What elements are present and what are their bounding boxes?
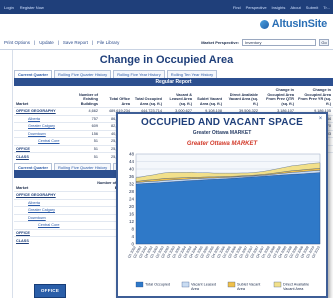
y-tick-label: 20 — [129, 204, 135, 209]
toolbar-links: Print Options | Update | Save Report | F… — [0, 40, 119, 45]
toolbar-separator: | — [34, 40, 36, 45]
nav-insights[interactable]: Insights — [272, 5, 286, 10]
print-options-link[interactable]: Print Options — [4, 40, 30, 45]
brand-mark-icon — [259, 19, 269, 29]
legend-label: Direct Available Vacant Area — [283, 283, 309, 291]
office-logo-text: OFFICE — [40, 288, 60, 293]
table-cell: 51 — [72, 144, 100, 153]
nav-submit[interactable]: Submit — [306, 5, 318, 10]
chart-title: OCCUPIED AND VACANT SPACE — [140, 117, 304, 128]
table-cell: 4,662 — [72, 107, 100, 115]
column-header[interactable]: Vacant & Leased Area (sq. ft.) — [164, 87, 194, 108]
table-header-row: Market Number of Existing Buildings Tota… — [14, 87, 333, 108]
market-name-link[interactable]: Downtown — [14, 213, 92, 222]
file-library-link[interactable]: File Library — [97, 40, 119, 45]
market-name-link[interactable]: Central Core — [14, 137, 72, 145]
market-name-link[interactable]: CLASS — [14, 152, 72, 160]
nav-perspective[interactable]: Perspective — [246, 5, 267, 10]
legend-swatch — [135, 281, 144, 288]
market-name-link[interactable]: OFFICE GEOGRAPHY — [14, 191, 92, 199]
y-tick-label: 48 — [129, 152, 135, 157]
y-tick-label: 44 — [129, 159, 135, 164]
office-logo-tile: OFFICE — [34, 284, 66, 298]
y-tick-label: 8 — [131, 227, 134, 232]
nav-about[interactable]: About — [290, 5, 300, 10]
y-tick-label: 40 — [129, 167, 135, 172]
chart-market-label: Greater Ottawa MARKET — [186, 141, 258, 147]
perspective-go-button[interactable]: Go — [319, 39, 329, 46]
legend-swatch — [227, 281, 236, 288]
legend-label: Vacant Leased Area — [191, 283, 216, 291]
table-cell: 156 — [72, 129, 100, 138]
top-nav-bar: Login Register Now Find Perspective Insi… — [0, 0, 333, 14]
table-cell: 51 — [72, 152, 100, 160]
market-name-link[interactable]: CLASS — [14, 236, 92, 244]
legend-swatch — [273, 281, 282, 288]
y-tick-label: 16 — [129, 212, 135, 217]
page-title: Change in Occupied Area — [99, 54, 234, 66]
area-chart: 04812162024283236404448Q1 2002Q2 2002Q3 … — [127, 152, 321, 291]
market-name-link[interactable]: Greater Calgary — [14, 206, 92, 214]
save-report-link[interactable]: Save Report — [63, 40, 88, 45]
column-header[interactable]: Change in Occupied Area From Prev QTR (s… — [260, 87, 296, 108]
nav-more[interactable]: Tr... — [323, 5, 330, 10]
y-tick-label: 12 — [129, 219, 135, 224]
table-cell: 757 — [72, 114, 100, 123]
column-header[interactable]: Total Office Area — [100, 87, 132, 108]
chart-subtitle: Greater Ottawa MARKET — [192, 130, 252, 136]
market-name-link[interactable]: Alberta — [14, 198, 92, 207]
market-name-link[interactable]: OFFICE GEOGRAPHY — [14, 107, 72, 115]
y-tick-label: 28 — [129, 189, 135, 194]
market-name-link[interactable]: OFFICE — [14, 228, 92, 237]
chart-popup[interactable]: × OCCUPIED AND VACANT SPACE Greater Otta… — [116, 112, 328, 298]
column-header[interactable]: Direct Available Vacant Area (sq. ft.) — [224, 87, 260, 108]
update-link[interactable]: Update — [39, 40, 54, 45]
left-sidebar — [0, 50, 13, 298]
market-perspective: Market Perspective: Inventory Go — [201, 39, 329, 46]
column-header[interactable]: Number of Existing Buildings — [72, 87, 100, 108]
report-toolbar: Print Options | Update | Save Report | F… — [0, 36, 333, 50]
y-tick-label: 36 — [129, 174, 135, 179]
column-header[interactable]: Sublet Vacant Area (sq. ft.) — [194, 87, 224, 108]
column-header[interactable]: Market — [14, 87, 72, 108]
column-header[interactable]: Change in Occupied Area From Prev YR (sq… — [296, 87, 333, 108]
table-cell: 51 — [72, 137, 100, 145]
brand-name: AltusInSite — [271, 18, 327, 30]
top-nav-left: Login Register Now — [0, 5, 44, 10]
toolbar-separator: | — [91, 40, 94, 45]
market-name-link[interactable]: Greater Calgary — [14, 122, 72, 130]
column-header[interactable]: Total Occupied Area (sq. ft.) — [132, 87, 164, 108]
y-tick-label: 4 — [131, 234, 134, 239]
y-tick-label: 32 — [129, 182, 135, 187]
y-tick-label: 24 — [129, 197, 135, 202]
brand-row: AltusInSite — [0, 14, 333, 36]
market-name-link[interactable]: Central Core — [14, 221, 92, 229]
top-nav-right: Find Perspective Insights About Submit T… — [233, 5, 333, 10]
nav-find[interactable]: Find — [233, 5, 241, 10]
login-link[interactable]: Login — [4, 5, 14, 10]
market-name-link[interactable]: Downtown — [14, 129, 72, 138]
register-link[interactable]: Register Now — [20, 5, 44, 10]
table-cell: 609 — [72, 122, 100, 130]
toolbar-separator: | — [57, 40, 59, 45]
legend-label: Total Occupied — [145, 283, 170, 287]
brand-logo[interactable]: AltusInSite — [259, 18, 327, 30]
market-name-link[interactable]: Alberta — [14, 114, 72, 123]
perspective-select[interactable]: Inventory — [242, 39, 316, 46]
perspective-label: Market Perspective: — [201, 40, 239, 45]
column-header[interactable]: Market — [14, 180, 92, 192]
legend-swatch — [181, 281, 190, 288]
market-name-link[interactable]: OFFICE — [14, 144, 72, 153]
series-area-total-occupied — [135, 172, 321, 245]
legend-label: Sublet Vacant Area — [237, 283, 261, 291]
section-header: Regular Report — [14, 78, 333, 86]
